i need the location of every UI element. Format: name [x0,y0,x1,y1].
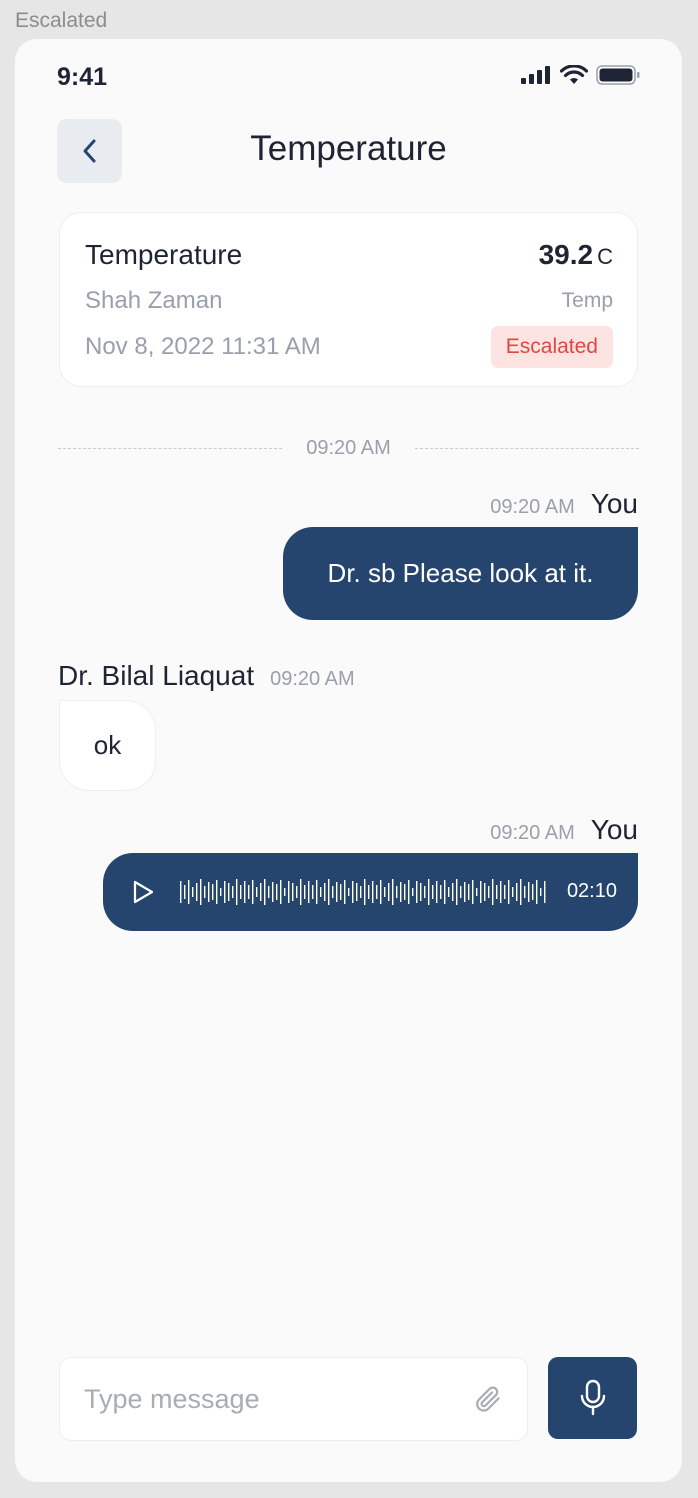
reading-value: 39.2 [538,239,594,270]
reading-title: Temperature [85,239,243,270]
reading-type: Temp [561,289,613,312]
message-time: 09:20 AM [490,822,575,844]
message-meta: 09:20 AM You [490,488,638,520]
message-bubble-outgoing[interactable]: Dr. sb Please look at it. [283,527,638,620]
patient-name: Shah Zaman [85,287,223,314]
message-bubble-incoming[interactable]: ok [59,700,156,791]
microphone-icon [580,1379,605,1416]
record-voice-button[interactable] [548,1357,637,1439]
paperclip-icon[interactable] [473,1384,503,1414]
message-meta: Dr. Bilal Liaquat 09:20 AM [58,660,355,692]
phone-screen: 9:41 Temperature Temperature 39.2C Shah [15,39,682,1482]
message-text: ok [93,730,122,760]
status-time: 9:41 [57,63,108,91]
reading-card: Temperature 39.2 C Shah Zaman Temp Nov 8,… [59,212,638,387]
message-meta: 09:20 AM You [490,814,638,846]
status-badge: Escalated [490,326,613,368]
reading-value-group: 39.2 C [539,239,613,271]
frame-label: Escalated [15,9,108,32]
message-time: 09:20 AM [270,668,355,690]
reading-unit: C [597,244,613,269]
message-sender: Dr. Bilal Liaquat [58,660,255,691]
status-icons [521,65,640,85]
date-divider: 09:20 AM [58,435,640,461]
play-icon[interactable] [131,880,155,904]
wifi-icon [560,65,588,84]
battery-icon [596,65,640,85]
voice-duration: 02:10 [566,880,617,902]
divider-time: 09:20 AM [306,436,391,459]
page-title: Temperature [250,129,447,168]
waveform-icon[interactable] [180,878,548,906]
signal-icon [521,66,550,84]
reading-date: Nov 8, 2022 11:31 AM [85,333,321,360]
message-text: Dr. sb Please look at it. [327,558,594,588]
voice-message-bubble: 02:10 [103,853,638,931]
message-composer [59,1357,528,1441]
message-sender: You [590,488,638,519]
message-time: 09:20 AM [490,496,575,518]
message-input[interactable] [84,1378,464,1420]
message-sender: You [590,814,638,845]
